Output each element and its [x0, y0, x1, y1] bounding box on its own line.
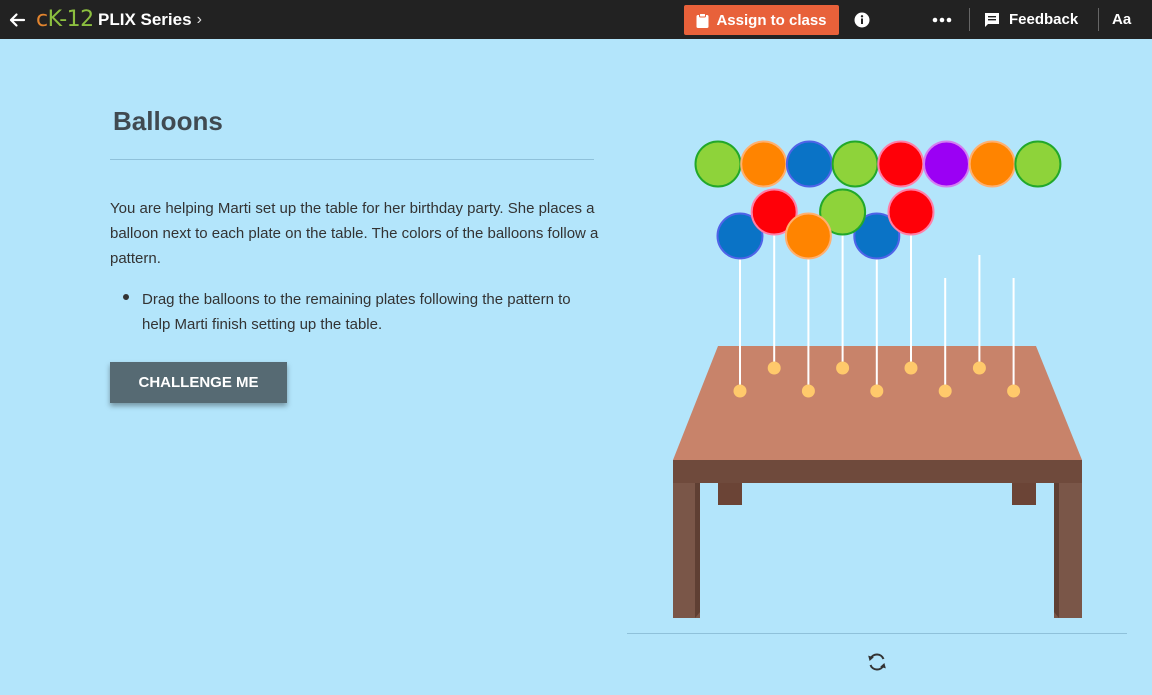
info-icon: [854, 12, 870, 27]
info-button[interactable]: [853, 0, 871, 39]
balloon-table-scene: [673, 140, 1082, 618]
separator: [1098, 8, 1099, 31]
plate: [767, 361, 781, 375]
placed-balloon-red: [887, 188, 935, 236]
challenge-me-button[interactable]: CHALLENGE ME: [110, 362, 287, 403]
feedback-icon: [985, 12, 999, 27]
placed-balloon-blue: [716, 212, 764, 260]
bullet-dot: [123, 294, 129, 300]
page-title: Balloons: [113, 106, 223, 136]
placed-balloon-orange: [784, 212, 832, 260]
ck12-logo[interactable]: c K-12: [36, 0, 94, 39]
empty-plate-target[interactable]: [972, 361, 986, 375]
title-divider: [110, 159, 594, 160]
placed-balloon-green: [819, 188, 867, 236]
instructions-paragraph: You are helping Marti set up the table f…: [110, 200, 599, 267]
reset-button[interactable]: [865, 650, 889, 674]
series-label: PLIX Series: [98, 9, 192, 29]
bank-balloon-blue[interactable]: [785, 140, 833, 188]
font-size-button[interactable]: Aa: [1112, 0, 1131, 39]
placed-balloon-red: [750, 188, 798, 236]
refresh-icon: [868, 653, 886, 671]
feedback-label: Feedback: [1009, 11, 1079, 28]
chevron-right-icon: ›: [196, 10, 202, 28]
feedback-button[interactable]: Feedback: [984, 0, 1078, 39]
bank-balloon-green[interactable]: [831, 140, 879, 188]
plate: [836, 361, 850, 375]
assign-to-class-button[interactable]: Assign to class: [684, 5, 839, 35]
clipboard-icon: [696, 12, 709, 28]
more-options-button[interactable]: [930, 0, 954, 39]
plate: [801, 384, 815, 398]
instruction-bullet: Drag the balloons to the remaining plate…: [142, 291, 571, 333]
bank-balloon-red[interactable]: [877, 140, 925, 188]
bank-balloon-orange[interactable]: [740, 140, 788, 188]
party-table: [673, 346, 1082, 618]
back-button[interactable]: [6, 0, 28, 39]
plate: [733, 384, 747, 398]
arrow-left-icon: [9, 12, 26, 27]
bank-balloon-orange[interactable]: [968, 140, 1016, 188]
more-dots-icon: [932, 17, 952, 22]
empty-plate-target[interactable]: [1007, 384, 1021, 398]
empty-plate-target[interactable]: [938, 384, 952, 398]
separator: [969, 8, 970, 31]
bank-balloon-green[interactable]: [694, 140, 742, 188]
top-bar: c K-12 PLIX Series › Assign to class Feed…: [0, 0, 1152, 39]
placed-balloon-blue: [853, 212, 901, 260]
bank-balloon-purple[interactable]: [923, 140, 970, 188]
bank-balloon-green[interactable]: [1014, 140, 1062, 188]
assign-label: Assign to class: [716, 11, 827, 29]
plix-series-link[interactable]: PLIX Series ›: [98, 0, 202, 39]
plate: [870, 384, 884, 398]
plate: [904, 361, 918, 375]
bottom-divider: [627, 633, 1127, 634]
